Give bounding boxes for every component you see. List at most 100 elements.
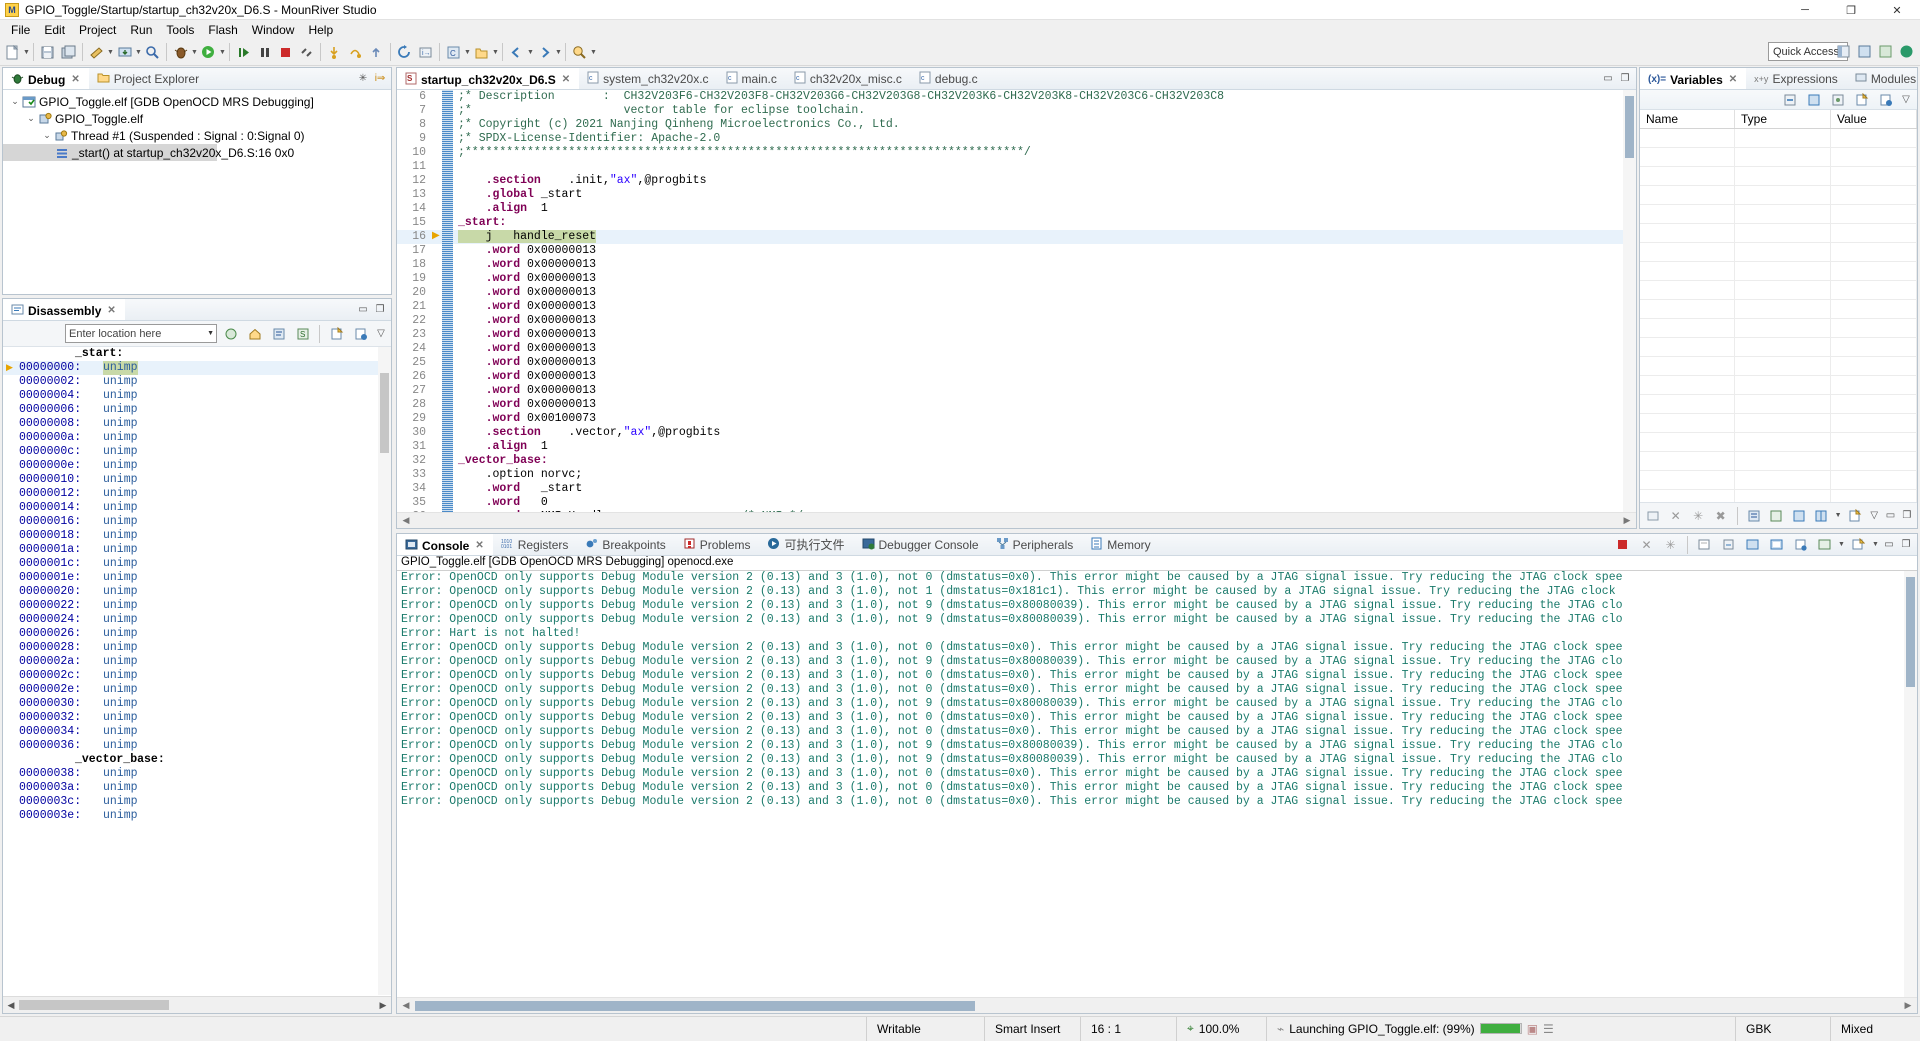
close-icon[interactable]: ✕ [107, 305, 115, 316]
console-horizontal-scrollbar[interactable]: ◀ ▶ [397, 997, 1917, 1013]
perspective-mrs-icon[interactable] [1897, 42, 1916, 61]
line-marker-gutter[interactable] [431, 188, 442, 202]
line-marker-gutter[interactable] [431, 482, 442, 496]
disassembly-row[interactable]: 00000008:unimp [3, 417, 391, 431]
disassembly-row[interactable]: 0000002a:unimp [3, 655, 391, 669]
folding-gutter[interactable] [442, 188, 453, 202]
remove-console-icon[interactable]: ✕ [1636, 534, 1657, 555]
disassembly-label-row[interactable]: _start: [3, 347, 391, 361]
new-file-icon[interactable] [2, 42, 23, 63]
search-resources-icon[interactable] [569, 42, 590, 63]
download-dropdown-icon[interactable]: ▼ [135, 42, 142, 63]
disassembly-row[interactable]: 00000038:unimp [3, 767, 391, 781]
disassembly-row[interactable]: 00000006:unimp [3, 403, 391, 417]
code-line[interactable]: 6;* Description : CH32V203F6-CH32V203F8-… [397, 90, 1623, 104]
tree-row[interactable]: ⌄ Thread #1 (Suspended : Signal : 0:Sign… [3, 127, 391, 144]
console-output[interactable]: Error: OpenOCD only supports Debug Modul… [397, 571, 1917, 997]
open-console-dropdown-icon[interactable]: ▼ [1872, 534, 1879, 555]
disassembly-row[interactable]: 00000030:unimp [3, 697, 391, 711]
disassembly-row[interactable]: 00000022:unimp [3, 599, 391, 613]
disassembly-row[interactable]: 0000003c:unimp [3, 795, 391, 809]
column-header-value[interactable]: Value [1831, 110, 1917, 128]
disassembly-row[interactable]: 0000000a:unimp [3, 431, 391, 445]
menu-file[interactable]: File [4, 22, 37, 38]
suspend-icon[interactable] [254, 42, 275, 63]
resume-icon[interactable] [233, 42, 254, 63]
folding-gutter[interactable] [442, 104, 453, 118]
pin-variables-view-icon[interactable] [1875, 89, 1896, 110]
disassembly-row[interactable]: 0000001e:unimp [3, 571, 391, 585]
line-marker-gutter[interactable] [431, 328, 442, 342]
disassembly-label-row[interactable]: _vector_base: [3, 753, 391, 767]
add-memory-monitor-icon[interactable] [1767, 505, 1785, 526]
build-dropdown-icon[interactable]: ▼ [107, 42, 114, 63]
folding-gutter[interactable] [442, 314, 453, 328]
disassembly-row[interactable]: 00000024:unimp [3, 613, 391, 627]
clear-console-icon[interactable] [1694, 534, 1715, 555]
variables-row[interactable] [1640, 357, 1917, 376]
code-line[interactable]: 25 .word 0x00000013 [397, 356, 1623, 370]
line-marker-gutter[interactable] [431, 132, 442, 146]
perspective-cpp-icon[interactable] [1876, 42, 1895, 61]
disassembly-row[interactable]: 00000026:unimp [3, 627, 391, 641]
chevron-down-icon[interactable]: ▼ [207, 330, 214, 337]
twisty-icon[interactable]: ⌄ [41, 130, 53, 141]
line-marker-gutter[interactable] [431, 146, 442, 160]
run-dropdown-icon[interactable]: ▼ [219, 42, 226, 63]
memory-monitor-icon[interactable] [1745, 505, 1763, 526]
menu-run[interactable]: Run [123, 22, 159, 38]
disassembly-row[interactable]: 00000028:unimp [3, 641, 391, 655]
view-menu-icon[interactable]: ▽ [374, 327, 388, 341]
menu-flash[interactable]: Flash [201, 22, 244, 38]
open-console-icon[interactable] [1848, 534, 1869, 555]
disassembly-row[interactable]: 00000016:unimp [3, 515, 391, 529]
debug-tree[interactable]: ⌄ GPIO_Toggle.elf [GDB OpenOCD MRS Debug… [3, 90, 391, 294]
disassembly-row[interactable]: 00000010:unimp [3, 473, 391, 487]
disassembly-row[interactable]: 0000002c:unimp [3, 669, 391, 683]
code-line[interactable]: 29 .word 0x00100073 [397, 412, 1623, 426]
display-console-dropdown-icon[interactable]: ▼ [1838, 534, 1845, 555]
disassembly-row[interactable]: 00000018:unimp [3, 529, 391, 543]
line-marker-gutter[interactable] [431, 412, 442, 426]
variables-row[interactable] [1640, 167, 1917, 186]
folding-gutter[interactable] [442, 300, 453, 314]
folding-gutter[interactable] [442, 398, 453, 412]
step-into-icon[interactable] [324, 42, 345, 63]
editor-tab-system-ch32v20x-c[interactable]: csystem_ch32v20x.c [579, 68, 717, 89]
variables-row[interactable] [1640, 186, 1917, 205]
editor-vertical-scrollbar[interactable] [1623, 90, 1636, 512]
line-marker-gutter[interactable] [431, 244, 442, 258]
code-line[interactable]: 23 .word 0x00000013 [397, 328, 1623, 342]
back-dropdown-icon[interactable]: ▼ [527, 42, 534, 63]
editor-tab-debug-c[interactable]: cdebug.c [911, 68, 987, 89]
maximize-panel-icon[interactable]: ❐ [1899, 538, 1913, 552]
step-return-icon[interactable] [366, 42, 387, 63]
folding-gutter[interactable] [442, 482, 453, 496]
disassembly-row[interactable]: 0000003a:unimp [3, 781, 391, 795]
tab-project-explorer[interactable]: Project Explorer [89, 68, 208, 89]
search-icon[interactable] [142, 42, 163, 63]
disassembly-row[interactable]: 00000012:unimp [3, 487, 391, 501]
line-marker-gutter[interactable] [431, 496, 442, 510]
disassembly-row[interactable]: 00000002:unimp [3, 375, 391, 389]
remove-all-terminated-icon[interactable]: ✳ [356, 72, 370, 86]
folding-gutter[interactable] [442, 132, 453, 146]
disassembly-row[interactable]: 0000001c:unimp [3, 557, 391, 571]
stop-task-icon[interactable]: ▣ [1527, 1022, 1538, 1036]
minimize-button[interactable]: ─ [1782, 0, 1828, 20]
line-marker-gutter[interactable] [431, 356, 442, 370]
show-type-names-icon[interactable] [1803, 89, 1824, 110]
code-line[interactable]: 20 .word 0x00000013 [397, 286, 1623, 300]
new-view-icon[interactable] [326, 323, 347, 344]
variables-row[interactable] [1640, 224, 1917, 243]
code-line[interactable]: 15_start: [397, 216, 1623, 230]
folding-gutter[interactable] [442, 328, 453, 342]
word-wrap-icon[interactable] [1742, 534, 1763, 555]
line-marker-gutter[interactable] [431, 202, 442, 216]
line-marker-gutter[interactable] [431, 104, 442, 118]
console-tab-console[interactable]: Console✕ [397, 534, 493, 555]
folding-gutter[interactable] [442, 426, 453, 440]
code-line[interactable]: 28 .word 0x00000013 [397, 398, 1623, 412]
code-line[interactable]: 22 .word 0x00000013 [397, 314, 1623, 328]
code-line[interactable]: 14 .align 1 [397, 202, 1623, 216]
